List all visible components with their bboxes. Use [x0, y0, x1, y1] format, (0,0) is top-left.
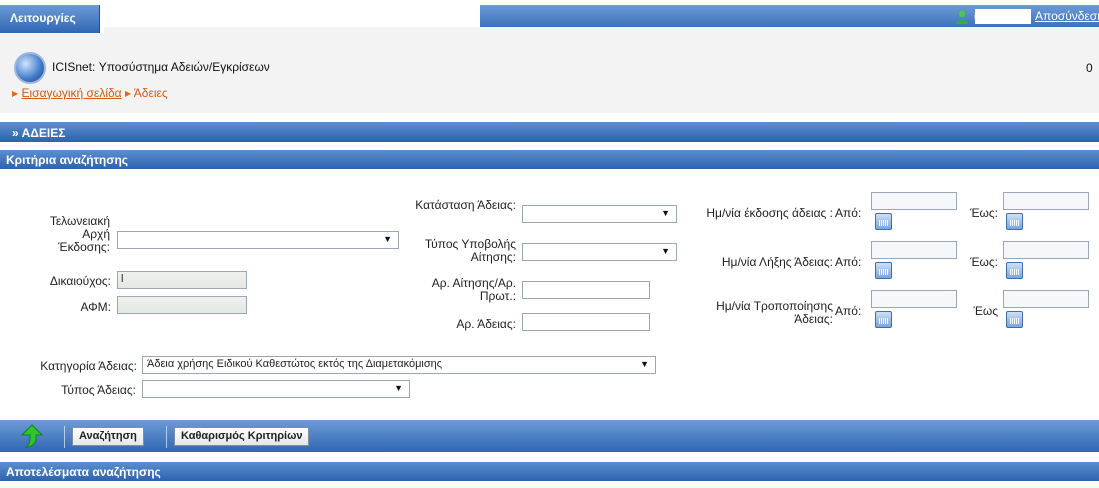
clear-criteria-button[interactable]: Καθαρισμός Κριτηρίων	[174, 427, 310, 446]
dropdown-arrow-icon: ▼	[394, 383, 403, 393]
action-toolbar	[0, 420, 1099, 452]
modification-date-to-input[interactable]	[1003, 290, 1089, 308]
breadcrumb-current: Άδειες	[133, 86, 168, 100]
user-icon	[956, 10, 968, 24]
expiry-date-from-input[interactable]	[871, 241, 957, 259]
license-type-label: Τύπος Άδειας:	[61, 383, 136, 397]
expiry-date-from-label: Από:	[835, 255, 862, 269]
license-type-select[interactable]: ▼	[142, 380, 410, 398]
customs-office-label: Τελωνειακή Αρχή Έκδοσης:	[49, 214, 110, 254]
logout-link[interactable]: Αποσύνδεση	[1035, 9, 1099, 23]
section-bar-search-results: Αποτελέσματα αναζήτησης	[0, 462, 1099, 481]
afm-input[interactable]	[117, 296, 247, 314]
calendar-icon[interactable]	[1006, 213, 1023, 230]
dropdown-arrow-icon: ▼	[661, 246, 670, 256]
license-number-label: Αρ. Άδειας:	[456, 317, 516, 331]
expiry-date-to-label: Έως:	[970, 255, 998, 269]
customs-office-select[interactable]: ▼	[117, 231, 399, 249]
submission-type-label: Τύπος Υποβολής Αίτησης:	[424, 237, 516, 264]
issue-date-to-label: Έως:	[970, 206, 998, 220]
calendar-icon[interactable]	[1006, 262, 1023, 279]
license-category-value: Άδεια χρήσης Ειδικού Καθεστώτος εκτός τη…	[147, 358, 443, 370]
section-bar-search-criteria: Κριτήρια αναζήτησης	[0, 150, 1099, 169]
breadcrumb: ▶ Εισαγωγική σελίδα ▶ Άδειες	[12, 86, 168, 100]
license-status-select[interactable]: ▼	[522, 205, 677, 223]
calendar-icon[interactable]	[875, 213, 892, 230]
section-bar-licenses: » ΑΔΕΙΕΣ	[0, 122, 1099, 142]
afm-label: ΑΦΜ:	[80, 300, 111, 314]
license-number-input[interactable]	[522, 313, 650, 331]
license-status-label: Κατάσταση Άδειας:	[415, 198, 516, 212]
breadcrumb-arrow-icon: ▶	[124, 89, 132, 98]
modification-date-label: Ημ/νία Τροποποίησης Άδειας:	[716, 299, 833, 326]
modification-date-from-label: Από:	[835, 304, 862, 318]
issue-date-from-label: Από:	[835, 206, 862, 220]
holder-input[interactable]: l	[117, 271, 247, 289]
globe-logo-icon	[14, 52, 46, 84]
header-count: 0	[1086, 61, 1093, 75]
license-category-select[interactable]: Άδεια χρήσης Ειδικού Καθεστώτος εκτός τη…	[142, 356, 656, 374]
calendar-icon[interactable]	[875, 262, 892, 279]
calendar-icon[interactable]	[875, 311, 892, 328]
toolbar-separator	[64, 426, 65, 448]
modification-date-to-label: Έως	[973, 304, 998, 318]
dropdown-arrow-icon: ▼	[640, 359, 649, 369]
back-up-arrow-icon[interactable]	[20, 424, 44, 448]
expiry-date-to-input[interactable]	[1003, 241, 1089, 259]
app-title: ICISnet: Υποσύστημα Αδειών/Εγκρίσεων	[52, 60, 270, 74]
expiry-date-label: Ημ/νία Λήξης Άδειας:	[721, 255, 833, 269]
dropdown-arrow-icon: ▼	[661, 208, 670, 218]
modification-date-from-input[interactable]	[871, 290, 957, 308]
breadcrumb-arrow-icon: ▶	[12, 89, 19, 98]
functions-menu-tab[interactable]: Λειτουργίες	[0, 5, 100, 33]
issue-date-to-input[interactable]	[1003, 192, 1089, 210]
issue-date-label: Ημ/νία έκδοσης άδειας :	[706, 206, 833, 220]
dropdown-arrow-icon: ▼	[383, 234, 392, 244]
submission-type-select[interactable]: ▼	[522, 243, 677, 261]
breadcrumb-home-link[interactable]: Εισαγωγική σελίδα	[22, 86, 122, 100]
license-category-label: Κατηγορία Άδειας:	[40, 359, 137, 373]
user-name-redacted	[975, 9, 1031, 24]
application-number-input[interactable]	[522, 281, 650, 299]
toolbar-separator	[166, 426, 167, 448]
holder-label: Δικαιούχος:	[49, 274, 111, 288]
issue-date-from-input[interactable]	[871, 192, 957, 210]
calendar-icon[interactable]	[1006, 311, 1023, 328]
search-button[interactable]: Αναζήτηση	[72, 427, 144, 446]
application-number-label: Αρ. Αίτησης/Αρ. Πρωτ.:	[431, 276, 516, 303]
